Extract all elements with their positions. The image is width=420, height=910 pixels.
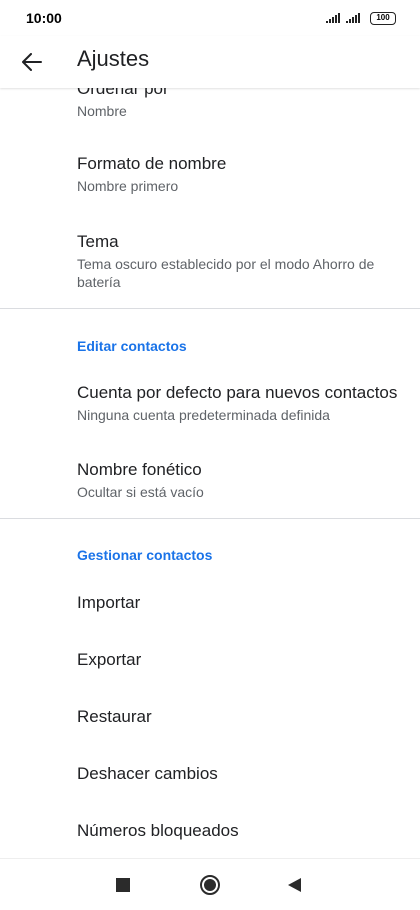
setting-phonetic-name[interactable]: Nombre fonético Ocultar si está vacío [77,459,404,501]
setting-subtitle: Nombre primero [77,178,179,194]
setting-subtitle: Ninguna cuenta predeterminada definida [77,407,330,423]
setting-export[interactable]: Exportar [77,650,141,670]
battery-level: 100 [376,13,390,22]
divider [0,518,420,519]
setting-undo-changes[interactable]: Deshacer cambios [77,764,218,784]
divider [0,308,420,309]
setting-subtitle: Nombre [77,103,127,119]
setting-import[interactable]: Importar [77,593,140,613]
setting-name-format[interactable]: Formato de nombre Nombre primero [77,153,404,195]
settings-list[interactable]: Ordenar por Nombre Formato de nombre Nom… [0,88,420,858]
setting-subtitle: Tema oscuro establecido por el modo Ahor… [77,256,375,290]
setting-title: Nombre fonético [77,460,202,479]
setting-title: Ordenar por [77,88,169,98]
setting-theme[interactable]: Tema Tema oscuro establecido por el modo… [77,231,404,291]
status-time: 10:00 [26,10,62,26]
app-bar: Ajustes [0,36,420,88]
signal-icon [346,13,360,23]
back-button[interactable] [16,46,48,78]
arrow-back-icon [22,53,42,71]
recent-apps-icon[interactable] [116,878,130,892]
setting-blocked-numbers[interactable]: Números bloqueados [77,821,239,841]
battery-icon: 100 [370,11,396,25]
setting-order-by[interactable]: Ordenar por Nombre [77,88,404,120]
home-icon[interactable] [200,875,220,895]
setting-subtitle: Ocultar si está vacío [77,484,204,500]
setting-title: Tema [77,232,119,251]
status-bar: 10:00 100 [0,0,420,36]
section-header-edit-contacts: Editar contactos [77,338,187,354]
signal-icon [326,13,340,23]
settings-screen: 10:00 100 Ajustes Ordenar por Nombre For… [0,0,420,910]
setting-default-account[interactable]: Cuenta por defecto para nuevos contactos… [77,382,404,424]
setting-restore[interactable]: Restaurar [77,707,152,727]
navigation-bar [0,858,420,910]
status-icons: 100 [326,11,396,25]
nav-back-icon[interactable] [288,878,301,892]
setting-title: Cuenta por defecto para nuevos contactos [77,383,398,402]
page-title: Ajustes [77,46,150,71]
section-header-manage-contacts: Gestionar contactos [77,547,213,563]
setting-title: Formato de nombre [77,154,227,173]
